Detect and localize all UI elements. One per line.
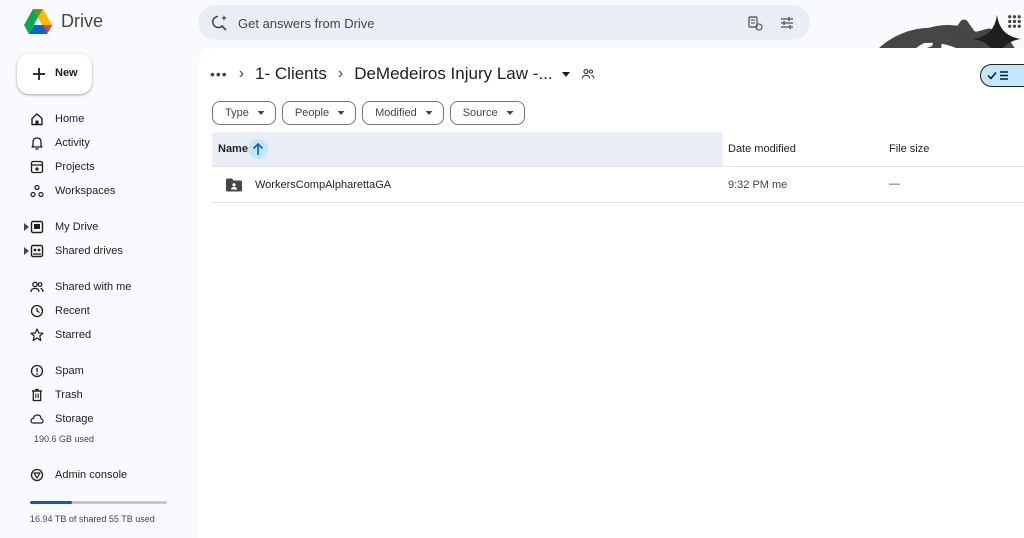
search-filter-icon[interactable] [746,14,764,32]
shared-storage-text: 16.94 TB of shared 55 TB used [30,514,155,524]
sidebar-item-label: Spam [55,365,84,377]
star-icon [30,328,44,342]
top-bar: Drive [0,0,1024,183]
apps-grid-icon[interactable] [1005,12,1024,31]
shared-folder-icon [226,178,242,192]
sidebar-item-recent[interactable]: Recent [22,301,192,321]
trash-icon [32,388,42,402]
file-date-modified: 9:32 PM me [728,179,788,191]
arrow-up-icon [252,142,264,155]
filter-chip-label: Modified [375,107,417,119]
breadcrumb-separator: › [238,65,245,82]
sidebar-item-label: Home [55,113,85,125]
filter-chips: Type People Modified Source [212,101,525,125]
filter-modified-chip[interactable]: Modified [362,101,444,125]
breadcrumb-current-folder[interactable]: DeMedeiros Injury Law -... [354,64,552,84]
home-icon [31,113,43,126]
sidebar-item-shared-with-me[interactable]: Shared with me [22,277,192,297]
list-view-toggle[interactable] [980,64,1024,87]
my-drive-icon [30,220,44,234]
expand-caret-icon[interactable] [24,223,29,231]
date-modified-column-header[interactable]: Date modified [728,143,796,155]
shared-storage-bar [30,501,167,504]
storage-used-text: 190.6 GB used [34,434,95,444]
breadcrumb-more-button[interactable]: ••• [210,66,228,82]
sidebar-item-label: Shared drives [55,245,123,257]
shared-folder-people-icon[interactable] [581,67,595,81]
sort-direction-button[interactable] [248,139,268,159]
spam-icon [30,364,44,378]
chevron-down-icon [506,111,514,115]
sidebar-item-label: Admin console [55,469,128,481]
drive-logo[interactable]: Drive [24,9,103,34]
new-button-label: New [55,67,78,79]
table-row[interactable]: WorkersCompAlpharettaGA 9:32 PM me — [212,168,1024,203]
new-button[interactable]: New [17,54,92,94]
file-name: WorkersCompAlpharettaGA [255,179,392,191]
sidebar-item-label: Trash [55,389,83,401]
expand-caret-icon[interactable] [24,247,29,255]
sidebar-item-label: Workspaces [55,185,116,197]
search-input[interactable] [238,13,718,33]
folder-menu-dropdown-icon[interactable] [561,69,571,79]
breadcrumb: ••• › 1- Clients › DeMedeiros Injury Law… [210,62,595,86]
breadcrumb-separator: › [337,65,344,82]
sidebar-item-label: My Drive [55,221,99,233]
admin-icon [30,468,44,482]
plus-icon [33,68,45,80]
search-options-icon[interactable] [778,14,796,32]
main-panel: ••• › 1- Clients › DeMedeiros Injury Law… [198,48,1024,538]
sidebar: New Home Activity Projects Workspaces My… [0,46,198,538]
sidebar-item-starred[interactable]: Starred [22,325,192,345]
search-bar[interactable] [198,5,810,40]
sidebar-item-storage[interactable]: Storage [22,409,192,429]
drive-logo-icon [24,9,52,34]
file-size: — [889,178,900,190]
sidebar-item-home[interactable]: Home [22,109,192,129]
sidebar-item-label: Activity [55,137,90,149]
clock-icon [30,304,44,318]
chevron-down-icon [337,111,345,115]
chevron-down-icon [257,111,265,115]
sidebar-item-activity[interactable]: Activity [22,133,192,153]
list-view-check-icon [987,71,1008,80]
sidebar-item-shared-drives[interactable]: Shared drives [22,241,192,261]
filter-chip-label: Type [225,107,249,119]
table-header: Name Date modified File size [212,132,1024,167]
filter-people-chip[interactable]: People [281,101,357,125]
file-size-column-header[interactable]: File size [889,143,929,155]
sidebar-item-label: Shared with me [55,281,132,293]
sidebar-item-workspaces[interactable]: Workspaces [22,181,192,201]
sidebar-item-spam[interactable]: Spam [22,361,192,381]
projects-icon [30,160,44,174]
sidebar-item-label: Recent [55,305,90,317]
chevron-down-icon [425,111,433,115]
bell-icon [31,137,43,150]
breadcrumb-item-clients[interactable]: 1- Clients [255,64,327,84]
filter-source-chip[interactable]: Source [449,101,525,125]
shared-storage-fill [30,501,73,504]
sidebar-item-label: Starred [55,329,92,341]
cloud-icon [30,414,44,424]
workspaces-icon [30,184,44,198]
sidebar-item-admin-console[interactable]: Admin console [22,465,192,485]
name-column-label: Name [218,143,248,155]
sidebar-item-projects[interactable]: Projects [22,157,192,177]
sidebar-item-label: Storage [55,413,94,425]
ask-sparkle-search-icon [212,15,227,31]
sidebar-item-trash[interactable]: Trash [22,385,192,405]
sidebar-item-my-drive[interactable]: My Drive [22,217,192,237]
app-name: Drive [61,11,104,31]
shared-drives-icon [30,244,44,258]
people-icon [30,281,44,293]
filter-type-chip[interactable]: Type [212,101,276,125]
filter-chip-label: People [294,107,330,119]
filter-chip-label: Source [462,107,498,119]
sidebar-item-label: Projects [55,161,95,173]
name-column-header[interactable]: Name [212,132,723,166]
